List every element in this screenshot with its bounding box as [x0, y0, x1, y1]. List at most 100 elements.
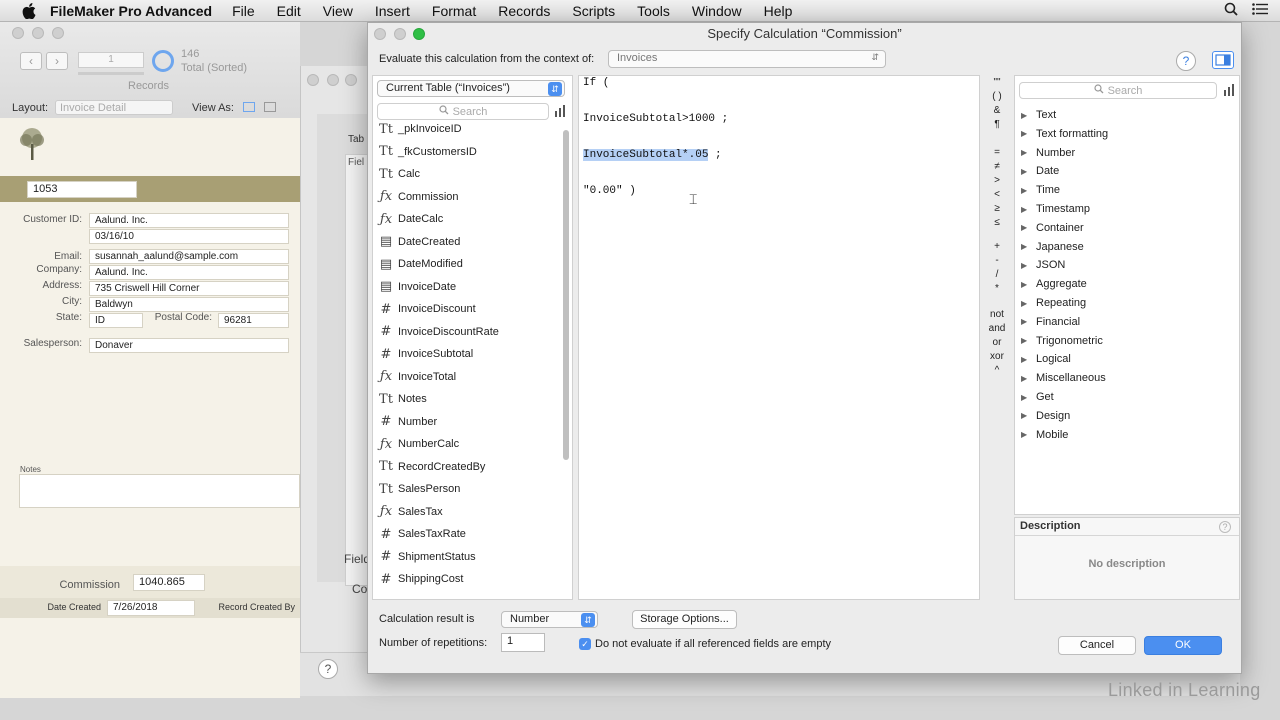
menu-edit[interactable]: Edit	[277, 3, 301, 19]
field-list-item[interactable]: # InvoiceDiscountRate	[377, 321, 562, 344]
invoice-id-field[interactable]: 1053	[27, 181, 137, 198]
mid-close-button[interactable]	[307, 74, 319, 86]
operator-button[interactable]: ""	[982, 77, 1012, 88]
record-number-field[interactable]: 1	[78, 52, 144, 68]
disclosure-triangle-icon[interactable]: ▶	[1021, 186, 1033, 195]
dialog-close-button[interactable]	[374, 28, 386, 40]
salesperson-field[interactable]: Donaver	[89, 338, 289, 353]
table-select[interactable]: Current Table (“Invoices”) ⇵	[377, 80, 565, 97]
operator-button[interactable]: or	[982, 337, 1012, 348]
function-category-item[interactable]: ▶ Container	[1021, 222, 1084, 234]
do-not-evaluate-checkbox[interactable]: ✓	[579, 638, 591, 650]
menu-app-name[interactable]: FileMaker Pro Advanced	[50, 3, 212, 19]
operator-button[interactable]: ¶	[982, 119, 1012, 130]
state-field[interactable]: ID	[89, 313, 143, 328]
operator-button[interactable]: ≥	[982, 203, 1012, 214]
sort-bars-icon[interactable]	[1223, 84, 1235, 99]
disclosure-triangle-icon[interactable]: ▶	[1021, 299, 1033, 308]
operator-button[interactable]: -	[982, 255, 1012, 266]
notes-field[interactable]	[19, 474, 300, 508]
field-list-item[interactable]: ƒx SalesTax	[377, 501, 562, 524]
menu-window[interactable]: Window	[692, 3, 742, 19]
spotlight-search-icon[interactable]	[1224, 2, 1238, 19]
disclosure-triangle-icon[interactable]: ▶	[1021, 148, 1033, 157]
mid-minimize-button[interactable]	[327, 74, 339, 86]
field-list-item[interactable]: Tt Notes	[377, 388, 562, 411]
operator-button[interactable]: <	[982, 189, 1012, 200]
layout-select[interactable]: Invoice Detail	[55, 100, 173, 115]
function-category-item[interactable]: ▶ Time	[1021, 184, 1060, 196]
disclosure-triangle-icon[interactable]: ▶	[1021, 393, 1033, 402]
operator-button[interactable]: +	[982, 241, 1012, 252]
commission-field[interactable]: 1040.865	[133, 574, 205, 591]
function-category-item[interactable]: ▶ Get	[1021, 391, 1054, 403]
function-category-item[interactable]: ▶ Text formatting	[1021, 128, 1108, 140]
disclosure-triangle-icon[interactable]: ▶	[1021, 223, 1033, 232]
field-list-item[interactable]: ƒx DateCalc	[377, 208, 562, 231]
field-list-item[interactable]: Tt SalesPerson	[377, 478, 562, 501]
operator-button[interactable]: =	[982, 147, 1012, 158]
help-icon[interactable]: ?	[318, 659, 338, 679]
cancel-button[interactable]: Cancel	[1058, 636, 1136, 655]
function-category-item[interactable]: ▶ Financial	[1021, 316, 1080, 328]
disclosure-triangle-icon[interactable]: ▶	[1021, 317, 1033, 326]
disclosure-triangle-icon[interactable]: ▶	[1021, 430, 1033, 439]
storage-options-button[interactable]: Storage Options...	[632, 610, 737, 629]
function-category-item[interactable]: ▶ Timestamp	[1021, 203, 1090, 215]
field-list-item[interactable]: # SalesTaxRate	[377, 523, 562, 546]
function-category-item[interactable]: ▶ Aggregate	[1021, 278, 1087, 290]
field-list-item[interactable]: ▤ DateModified	[377, 253, 562, 276]
invoice-date-field[interactable]: 03/16/10	[89, 229, 289, 244]
disclosure-triangle-icon[interactable]: ▶	[1021, 261, 1033, 270]
disclosure-triangle-icon[interactable]: ▶	[1021, 336, 1033, 345]
field-list-item[interactable]: Tt _fkCustomersID	[377, 141, 562, 164]
operator-button[interactable]: not	[982, 309, 1012, 320]
customer-id-field[interactable]: Aalund. Inc.	[89, 213, 289, 228]
operator-button[interactable]: *	[982, 283, 1012, 294]
function-category-item[interactable]: ▶ Miscellaneous	[1021, 372, 1106, 384]
menu-insert[interactable]: Insert	[375, 3, 410, 19]
field-list-item[interactable]: ▤ DateCreated	[377, 231, 562, 254]
function-category-item[interactable]: ▶ Date	[1021, 165, 1059, 177]
dialog-zoom-button[interactable]	[413, 28, 425, 40]
email-field[interactable]: susannah_aalund@sample.com	[89, 249, 289, 264]
field-list-item[interactable]: ▤ InvoiceDate	[377, 276, 562, 299]
window-minimize-button[interactable]	[32, 27, 44, 39]
function-category-item[interactable]: ▶ Design	[1021, 410, 1070, 422]
field-list-item[interactable]: # InvoiceDiscount	[377, 298, 562, 321]
field-list-item[interactable]: # ShippingCost	[377, 568, 562, 591]
function-category-item[interactable]: ▶ Trigonometric	[1021, 335, 1103, 347]
field-list-item[interactable]: ƒx Commission	[377, 186, 562, 209]
next-record-button[interactable]: ›	[46, 52, 68, 70]
disclosure-triangle-icon[interactable]: ▶	[1021, 411, 1033, 420]
operator-button[interactable]: >	[982, 175, 1012, 186]
disclosure-triangle-icon[interactable]: ▶	[1021, 374, 1033, 383]
dialog-minimize-button[interactable]	[394, 28, 406, 40]
function-category-item[interactable]: ▶ Mobile	[1021, 429, 1068, 441]
record-slider[interactable]	[78, 72, 144, 75]
postal-code-field[interactable]: 96281	[218, 313, 289, 328]
operator-button[interactable]: ≠	[982, 161, 1012, 172]
operator-button[interactable]: ( )	[982, 91, 1012, 102]
disclosure-triangle-icon[interactable]: ▶	[1021, 129, 1033, 138]
help-icon[interactable]: ?	[1176, 51, 1196, 71]
function-category-item[interactable]: ▶ JSON	[1021, 259, 1065, 271]
result-type-select[interactable]: Number ⇵	[501, 611, 598, 628]
calculation-editor[interactable]: If ( InvoiceSubtotal>1000 ; InvoiceSubto…	[578, 75, 980, 600]
function-category-item[interactable]: ▶ Text	[1021, 109, 1056, 121]
menu-view[interactable]: View	[323, 3, 353, 19]
operator-button[interactable]: and	[982, 323, 1012, 334]
operator-button[interactable]: &	[982, 105, 1012, 116]
sidebar-toggle-icon[interactable]	[1212, 51, 1234, 69]
context-select[interactable]: Invoices ⇵	[608, 50, 886, 68]
ok-button[interactable]: OK	[1144, 636, 1222, 655]
function-category-item[interactable]: ▶ Japanese	[1021, 241, 1084, 253]
operator-button[interactable]: /	[982, 269, 1012, 280]
notification-center-icon[interactable]	[1252, 3, 1268, 18]
field-list-item[interactable]: # ShipmentStatus	[377, 546, 562, 569]
disclosure-triangle-icon[interactable]: ▶	[1021, 355, 1033, 364]
menu-format[interactable]: Format	[432, 3, 476, 19]
window-zoom-button[interactable]	[52, 27, 64, 39]
previous-record-button[interactable]: ‹	[20, 52, 42, 70]
function-category-item[interactable]: ▶ Logical	[1021, 353, 1071, 365]
